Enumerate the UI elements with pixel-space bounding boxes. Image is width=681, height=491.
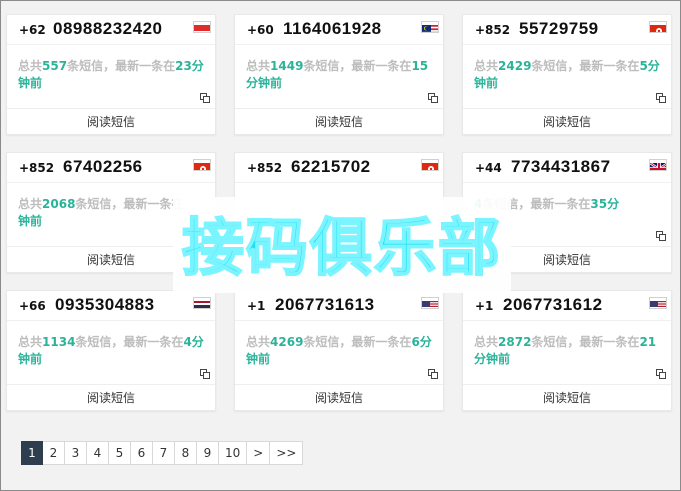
page-8[interactable]: 8 bbox=[175, 441, 197, 465]
copy-icon[interactable] bbox=[428, 369, 439, 380]
phone-number[interactable]: 67402256 bbox=[63, 157, 143, 177]
phone-number[interactable]: 2067731612 bbox=[503, 295, 603, 315]
card-header: +1 2067731613 bbox=[235, 291, 443, 321]
phone-number[interactable]: 08988232420 bbox=[53, 19, 163, 39]
uk-flag-icon bbox=[649, 159, 667, 171]
read-sms-button[interactable]: 阅读短信 bbox=[463, 384, 671, 412]
number-card[interactable]: +1 2067731612 总共2872条短信，最新一条在21 分钟前 阅读短信 bbox=[462, 290, 672, 411]
sms-summary: 总共2872条短信，最新一条在21 分钟前 bbox=[474, 335, 657, 366]
watermark: 接码俱乐部 bbox=[173, 197, 511, 293]
copy-icon[interactable] bbox=[656, 231, 667, 242]
hongkong-flag-icon bbox=[649, 21, 667, 33]
page-4[interactable]: 4 bbox=[87, 441, 109, 465]
number-card[interactable]: +1 2067731613 总共4269条短信，最新一条在6分 钟前 阅读短信 bbox=[234, 290, 444, 411]
sms-summary: 总共1134条短信，最新一条在4分 钟前 bbox=[18, 335, 204, 366]
copy-icon[interactable] bbox=[200, 93, 211, 104]
page-2[interactable]: 2 bbox=[43, 441, 65, 465]
phone-number[interactable]: 7734431867 bbox=[511, 157, 611, 177]
country-code: +60 bbox=[247, 23, 274, 37]
page-1[interactable]: 1 bbox=[21, 441, 43, 465]
phone-number[interactable]: 1164061928 bbox=[283, 19, 382, 39]
card-header: +44 7734431867 bbox=[463, 153, 671, 183]
card-header: +66 0935304883 bbox=[7, 291, 215, 321]
number-card[interactable]: +60 1164061928 总共1449条短信，最新一条在15 分钟前 阅读短… bbox=[234, 14, 444, 135]
last-page-button[interactable]: >> bbox=[270, 441, 304, 465]
card-header: +852 55729759 bbox=[463, 15, 671, 45]
card-header: +852 62215702 bbox=[235, 153, 443, 183]
country-code: +852 bbox=[475, 23, 511, 37]
country-code: +852 bbox=[247, 161, 283, 175]
country-code: +1 bbox=[475, 299, 494, 313]
card-header: +852 67402256 bbox=[7, 153, 215, 183]
hongkong-flag-icon bbox=[421, 159, 439, 171]
card-header: +60 1164061928 bbox=[235, 15, 443, 45]
copy-icon[interactable] bbox=[428, 93, 439, 104]
sms-summary: 总共557条短信，最新一条在23分 钟前 bbox=[18, 59, 204, 90]
page-7[interactable]: 7 bbox=[153, 441, 175, 465]
number-card[interactable]: +66 0935304883 总共1134条短信，最新一条在4分 钟前 阅读短信 bbox=[6, 290, 216, 411]
page-3[interactable]: 3 bbox=[65, 441, 87, 465]
usa-flag-icon bbox=[649, 297, 667, 309]
svg-text:接码俱乐部: 接码俱乐部 bbox=[182, 211, 502, 284]
page-10[interactable]: 10 bbox=[219, 441, 248, 465]
copy-icon[interactable] bbox=[200, 369, 211, 380]
read-sms-button[interactable]: 阅读短信 bbox=[7, 384, 215, 412]
page-6[interactable]: 6 bbox=[131, 441, 153, 465]
phone-number[interactable]: 2067731613 bbox=[275, 295, 375, 315]
copy-icon[interactable] bbox=[656, 369, 667, 380]
card-header: +1 2067731612 bbox=[463, 291, 671, 321]
read-sms-button[interactable]: 阅读短信 bbox=[7, 108, 215, 136]
phone-number[interactable]: 0935304883 bbox=[55, 295, 155, 315]
sms-summary: 总共4269条短信，最新一条在6分 钟前 bbox=[246, 335, 432, 366]
page-5[interactable]: 5 bbox=[109, 441, 131, 465]
read-sms-button[interactable]: 阅读短信 bbox=[235, 384, 443, 412]
read-sms-button[interactable]: 阅读短信 bbox=[235, 108, 443, 136]
page-frame: +62 08988232420 总共557条短信，最新一条在23分 钟前 阅读短信… bbox=[0, 0, 681, 491]
card-header: +62 08988232420 bbox=[7, 15, 215, 45]
sms-summary: 总共1449条短信，最新一条在15 分钟前 bbox=[246, 59, 429, 90]
country-code: +44 bbox=[475, 161, 502, 175]
number-card[interactable]: +62 08988232420 总共557条短信，最新一条在23分 钟前 阅读短信 bbox=[6, 14, 216, 135]
copy-icon[interactable] bbox=[656, 93, 667, 104]
malaysia-flag-icon bbox=[421, 21, 439, 33]
hongkong-flag-icon bbox=[193, 159, 211, 171]
country-code: +852 bbox=[19, 161, 55, 175]
read-sms-button[interactable]: 阅读短信 bbox=[463, 108, 671, 136]
watermark-logo: 接码俱乐部 bbox=[181, 210, 502, 285]
phone-number[interactable]: 62215702 bbox=[291, 157, 371, 177]
sms-summary: 总共2429条短信，最新一条在5分 钟前 bbox=[474, 59, 660, 90]
usa-flag-icon bbox=[421, 297, 439, 309]
page-9[interactable]: 9 bbox=[197, 441, 219, 465]
indonesia-flag-icon bbox=[193, 21, 211, 33]
next-page-button[interactable]: > bbox=[247, 441, 271, 465]
pagination: 1 2 3 4 5 6 7 8 9 10 > >> bbox=[21, 441, 304, 465]
thailand-flag-icon bbox=[193, 297, 211, 309]
country-code: +1 bbox=[247, 299, 266, 313]
phone-number[interactable]: 55729759 bbox=[519, 19, 599, 39]
country-code: +66 bbox=[19, 299, 46, 313]
country-code: +62 bbox=[19, 23, 46, 37]
number-card[interactable]: +852 55729759 总共2429条短信，最新一条在5分 钟前 阅读短信 bbox=[462, 14, 672, 135]
